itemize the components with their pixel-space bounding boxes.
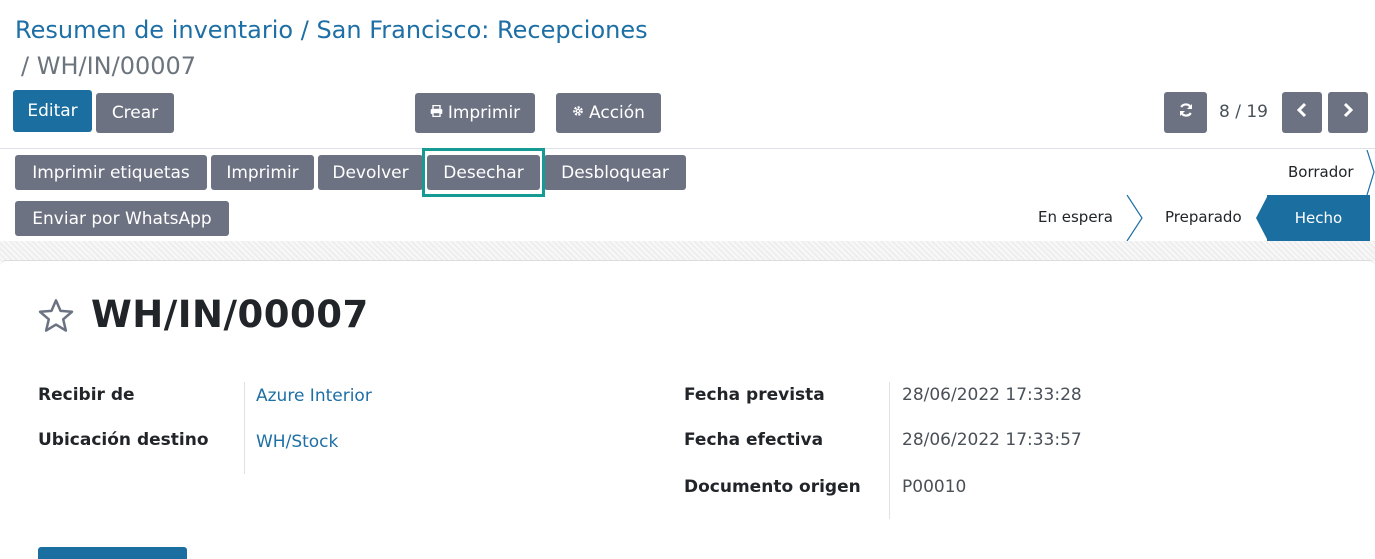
record-title: WH/IN/00007 (91, 293, 369, 336)
status-draft[interactable]: Borrador (1288, 163, 1354, 181)
scheduled-date-value: 28/06/2022 17:33:28 (902, 385, 1082, 405)
source-document-value: P00010 (902, 477, 967, 497)
print-labels-button[interactable]: Imprimir etiquetas (15, 155, 207, 190)
destination-location-value[interactable]: WH/Stock (256, 432, 338, 452)
chevron-right-icon (1342, 102, 1354, 123)
action-label: Acción (589, 103, 645, 123)
create-button[interactable]: Crear (96, 93, 174, 133)
breadcrumb-separator: / (293, 16, 317, 44)
print-label: Imprimir (447, 103, 521, 123)
star-icon[interactable] (37, 298, 75, 334)
action-dropdown-button[interactable]: Acción (556, 93, 661, 133)
refresh-icon (1178, 102, 1194, 123)
return-button[interactable]: Devolver (318, 155, 423, 190)
receive-from-value[interactable]: Azure Interior (256, 386, 372, 406)
receive-from-label: Recibir de (38, 385, 135, 405)
tab-button[interactable] (38, 547, 187, 559)
field-divider (244, 382, 245, 474)
source-document-label: Documento origen (684, 477, 861, 497)
pager-next-button[interactable] (1328, 92, 1368, 133)
pager-previous-button[interactable] (1282, 92, 1322, 133)
destination-location-label: Ubicación destino (38, 430, 209, 450)
breadcrumb-separator: / (21, 52, 37, 80)
scrap-button-highlight (422, 148, 545, 197)
status-arrow-icon (1366, 150, 1375, 195)
breadcrumb-current: / WH/IN/00007 (21, 50, 196, 82)
send-whatsapp-button[interactable]: Enviar por WhatsApp (15, 201, 229, 236)
pager-value[interactable]: 8 / 19 (1219, 102, 1268, 122)
breadcrumb-receipts[interactable]: San Francisco: Recepciones (316, 16, 647, 44)
status-ready[interactable]: Preparado (1165, 208, 1242, 226)
scheduled-date-label: Fecha prevista (684, 385, 825, 405)
field-divider (889, 382, 890, 519)
effective-date-value: 28/06/2022 17:33:57 (902, 430, 1082, 450)
chevron-left-icon (1296, 102, 1308, 123)
status-waiting[interactable]: En espera (1038, 208, 1113, 226)
print-icon (430, 104, 443, 121)
effective-date-label: Fecha efectiva (684, 430, 824, 450)
control-panel-divider (0, 148, 1375, 149)
gear-icon (572, 105, 584, 121)
status-done[interactable]: Hecho (1267, 195, 1370, 241)
breadcrumb-current-record: WH/IN/00007 (36, 52, 197, 80)
breadcrumb-inventory-overview[interactable]: Resumen de inventario (15, 16, 293, 44)
print-dropdown-button[interactable]: Imprimir (415, 93, 535, 133)
status-arrow-icon (1126, 195, 1143, 241)
edit-button[interactable]: Editar (13, 90, 92, 132)
sheet-background (0, 241, 1375, 261)
refresh-button[interactable] (1164, 92, 1207, 133)
print-button[interactable]: Imprimir (211, 155, 314, 190)
unlock-button[interactable]: Desbloquear (544, 155, 686, 190)
breadcrumb: Resumen de inventario / San Francisco: R… (15, 14, 648, 46)
